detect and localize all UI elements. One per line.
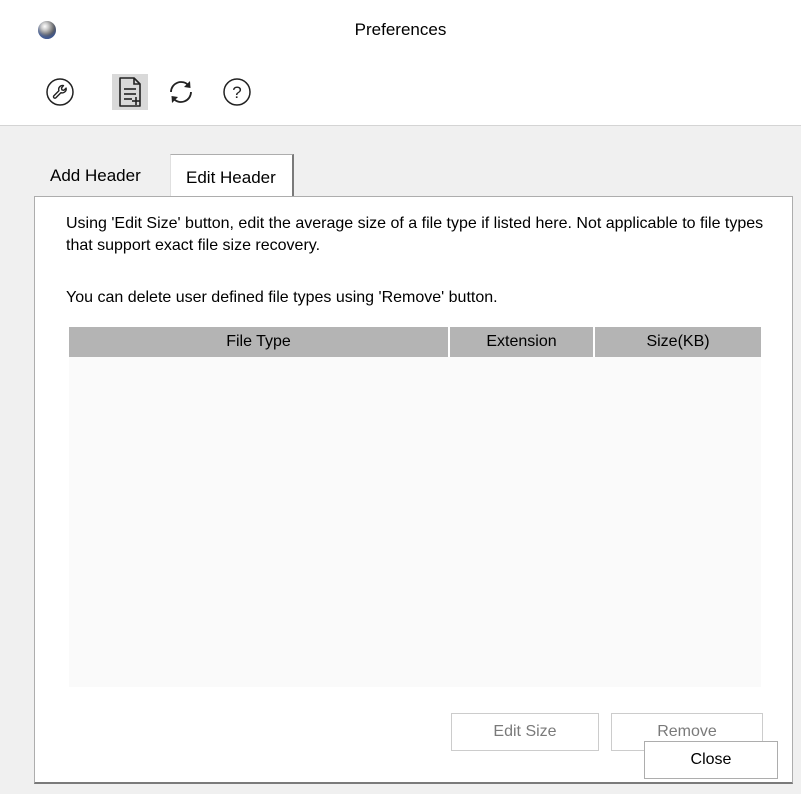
title-bar: Preferences — [0, 0, 801, 60]
column-header-extension[interactable]: Extension — [450, 327, 595, 357]
table-body[interactable] — [69, 357, 761, 687]
tab-edit-header[interactable]: Edit Header — [170, 154, 294, 197]
remove-description: You can delete user defined file types u… — [66, 289, 498, 306]
edit-size-button[interactable]: Edit Size — [451, 713, 599, 751]
help-button[interactable]: ? — [219, 74, 255, 110]
document-edit-icon — [115, 76, 145, 108]
preferences-window: Preferences ? Add Header Edit Header Usi… — [0, 0, 801, 794]
refresh-icon — [165, 76, 197, 108]
file-type-table[interactable]: File Type Extension Size(KB) — [69, 327, 761, 687]
column-header-size[interactable]: Size(KB) — [595, 327, 761, 357]
toolbar: ? — [0, 60, 801, 126]
close-button[interactable]: Close — [644, 741, 778, 779]
content-area: Add Header Edit Header Using 'Edit Size'… — [0, 126, 801, 794]
wrench-icon — [45, 77, 75, 107]
tab-add-header[interactable]: Add Header — [34, 158, 157, 194]
column-header-file-type[interactable]: File Type — [69, 327, 450, 357]
svg-text:?: ? — [232, 83, 241, 102]
refresh-button[interactable] — [163, 74, 199, 110]
edit-header-tool-button[interactable] — [112, 74, 148, 110]
window-title: Preferences — [354, 20, 447, 39]
general-settings-button[interactable] — [42, 74, 78, 110]
help-icon: ? — [222, 77, 252, 107]
edit-size-description: Using 'Edit Size' button, edit the avera… — [66, 215, 764, 254]
table-header: File Type Extension Size(KB) — [69, 327, 761, 357]
edit-header-panel: Using 'Edit Size' button, edit the avera… — [34, 196, 793, 784]
